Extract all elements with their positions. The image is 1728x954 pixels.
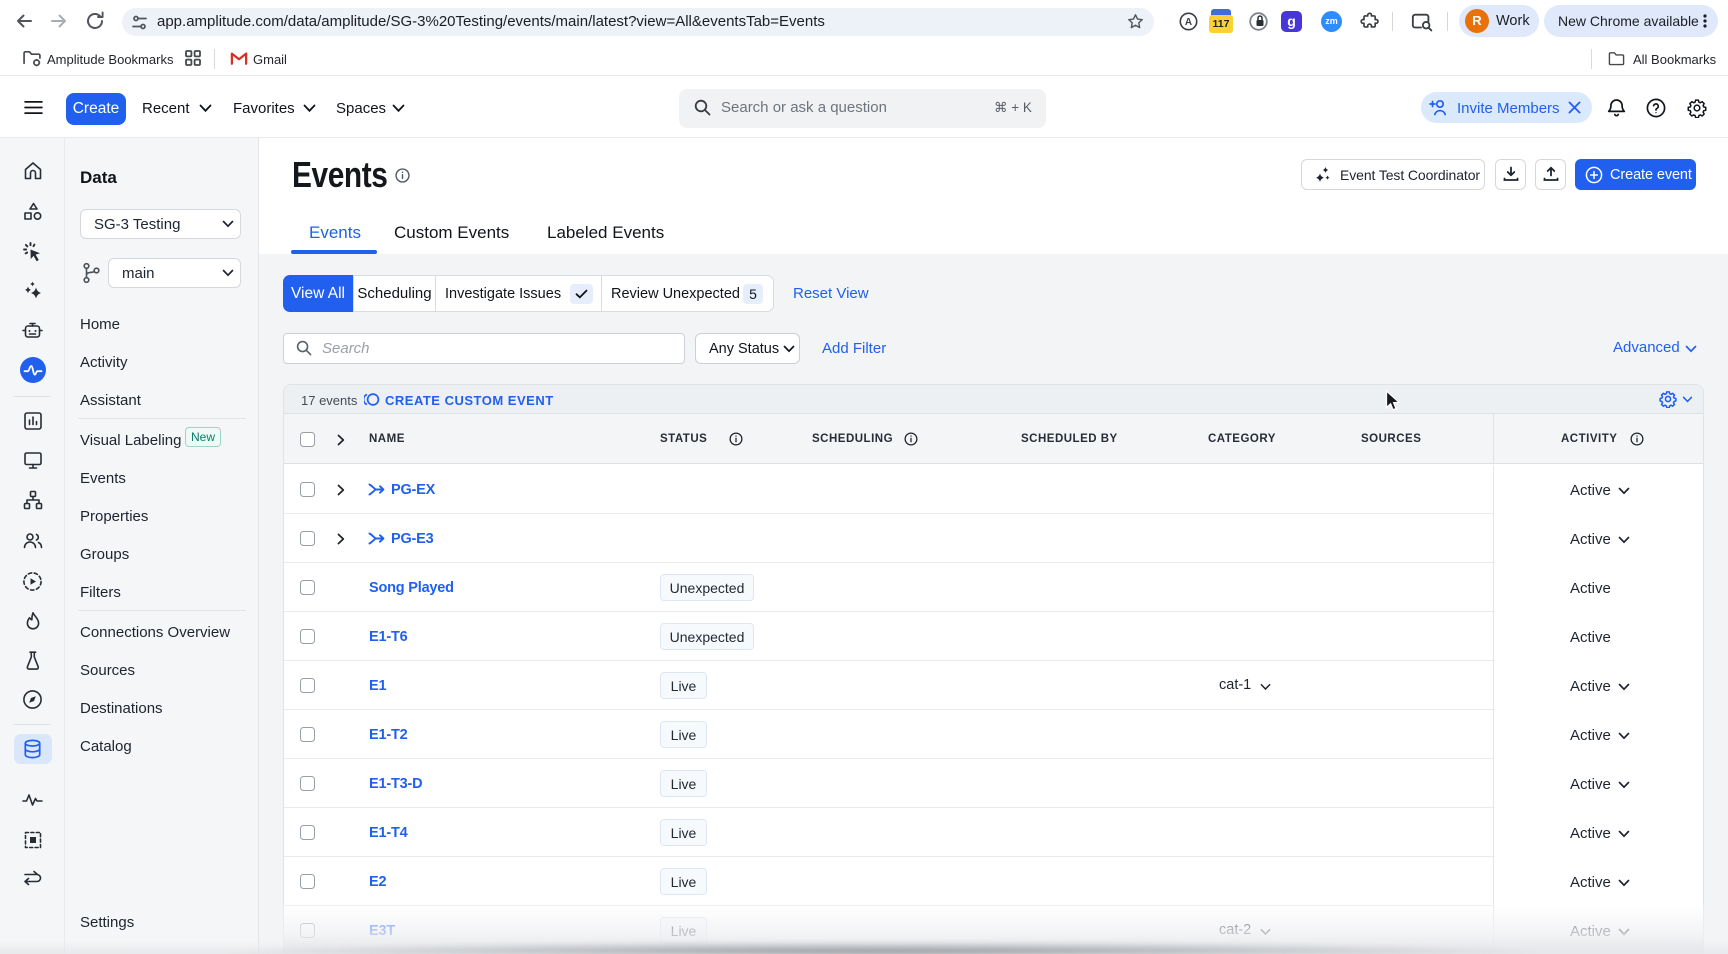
svg-text:A: A [1185,17,1192,28]
